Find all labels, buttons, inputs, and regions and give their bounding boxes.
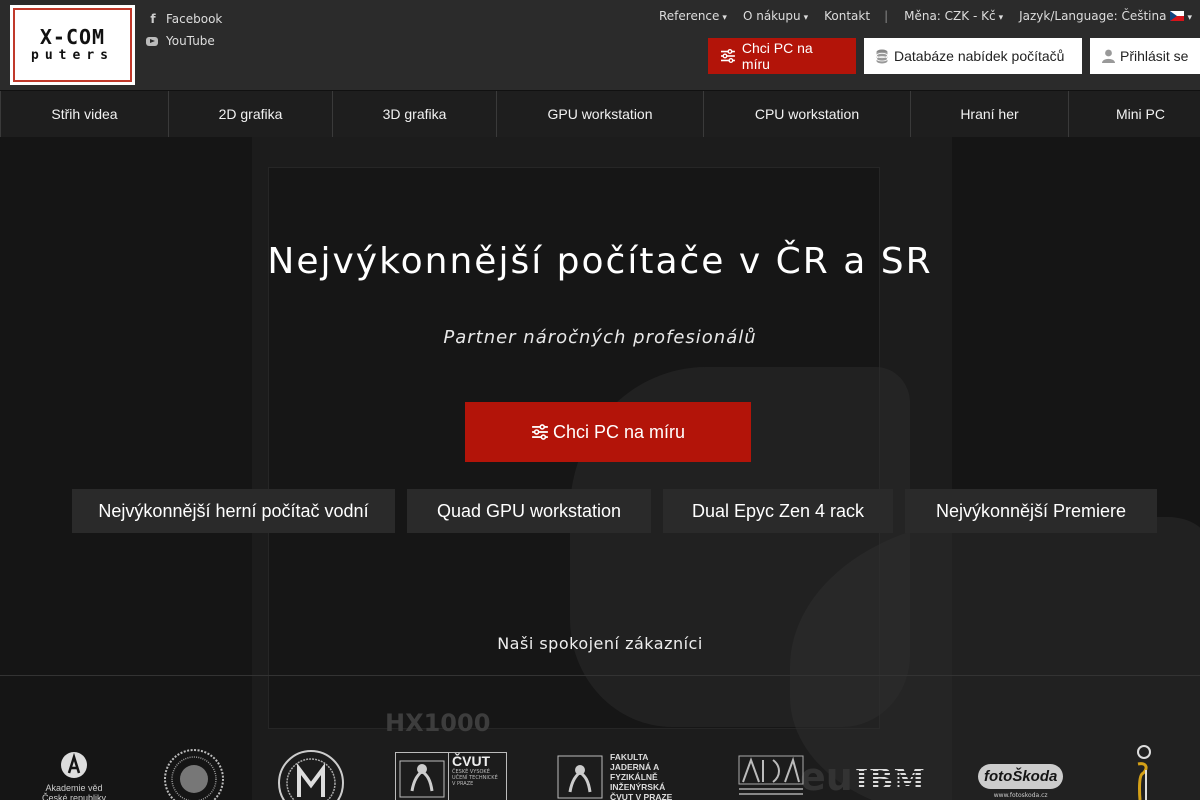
sliders-icon (720, 49, 735, 63)
featured-link-water-gaming[interactable]: Nejvýkonnější herní počítač vodní (72, 489, 395, 533)
lion-emblem-icon (399, 760, 445, 798)
customer-logo-czu[interactable] (737, 752, 805, 800)
nav-item-3d-grafika[interactable]: 3D grafika (333, 91, 497, 137)
czu-emblem-icon (738, 755, 804, 795)
ibm-wordmark: IBM (855, 763, 926, 796)
logo-frame: X-COM puters (13, 8, 132, 82)
czech-flag-icon (1170, 11, 1185, 21)
customer-logo-person[interactable] (1132, 744, 1156, 800)
facebook-label: Facebook (166, 12, 223, 26)
featured-link-premiere[interactable]: Nejvýkonnější Premiere (905, 489, 1157, 533)
fjfi-label: FAKULTA JADERNÁ A FYZIKÁLNĚ INŽENÝRSKÁ Č… (610, 752, 673, 800)
customer-logo-cvut[interactable]: ČVUT ČESKÉ VYSOKÉ UČENÍ TECHNICKÉ V PRAZ… (395, 752, 507, 800)
hero-configure-label: Chci PC na míru (552, 421, 686, 442)
customers-heading: Naši spokojení zákazníci (497, 634, 703, 653)
fotoskoda-url: www.fotoskoda.cz (993, 792, 1048, 799)
section-divider (0, 675, 1200, 676)
menu-o-nakupu[interactable]: O nákupu ▾ (743, 9, 808, 23)
cvut-subtitle: ČESKÉ VYSOKÉ UČENÍ TECHNICKÉ V PRAZE (452, 769, 498, 787)
database-icon (876, 49, 888, 63)
hero-subtitle: Partner náročných profesionálů (443, 327, 757, 348)
youtube-link[interactable]: YouTube (146, 30, 222, 52)
lion-emblem-icon (557, 755, 603, 799)
featured-link-dual-epyc[interactable]: Dual Epyc Zen 4 rack (663, 489, 893, 533)
chevron-down-icon: ▾ (803, 13, 809, 23)
menu-o-nakupu-label: O nákupu (742, 9, 801, 23)
fotoskoda-wordmark: fotoŠkoda (978, 764, 1064, 789)
login-label: Přihlásit se (1120, 48, 1189, 64)
cvut-title: ČVUT (452, 753, 491, 769)
hero-background-text: eu (800, 755, 853, 799)
akademie-label: Akademie věd České republiky (41, 783, 107, 800)
menu-reference-label: Reference (658, 9, 720, 23)
logo-line2: puters (31, 48, 114, 63)
nav-item-gpu-workstation[interactable]: GPU workstation (497, 91, 704, 137)
hero-background-psu-label: HX1000 (385, 709, 491, 737)
site-header: X-COM puters f Facebook YouTube Referenc… (0, 0, 1200, 90)
chevron-down-icon: ▾ (998, 13, 1004, 23)
university-seal-icon (164, 749, 224, 800)
menu-separator: | (884, 9, 889, 23)
hero-title: Nejvýkonnější počítače v ČR a SR (267, 241, 933, 282)
offers-database-button[interactable]: Databáze nabídek počítačů (864, 38, 1082, 74)
university-m-seal-icon (278, 750, 344, 800)
hero-configure-button[interactable]: Chci PC na míru (465, 402, 751, 462)
user-icon (1102, 49, 1115, 63)
nav-item-strih-videa[interactable]: Střih videa (0, 91, 169, 137)
akademie-emblem-icon (61, 752, 87, 778)
menu-language-label: Jazyk/Language: Čeština (1019, 9, 1167, 23)
menu-currency[interactable]: Měna: CZK - Kč ▾ (904, 9, 1003, 23)
hero-section: HX1000 eu Nejvýkonnější počítače v ČR a … (0, 137, 1200, 800)
customer-logo-ibm[interactable]: IBM (855, 765, 926, 795)
customer-logo-seal-m[interactable] (277, 749, 345, 800)
customer-logo-akademie[interactable]: Akademie věd České republiky (34, 751, 114, 800)
sliders-icon (532, 424, 548, 440)
logo-line1: X-COM (39, 25, 106, 49)
offers-database-label: Databáze nabídek počítačů (894, 48, 1065, 64)
configure-pc-label: Chci PC na míru (741, 40, 813, 72)
customer-logo-fjfi[interactable]: FAKULTA JADERNÁ A FYZIKÁLNĚ INŽENÝRSKÁ Č… (556, 752, 682, 800)
customer-logo-seal-university[interactable] (164, 749, 224, 800)
chevron-down-icon: ▾ (722, 13, 727, 23)
person-logo-icon (1137, 745, 1151, 800)
menu-reference[interactable]: Reference ▾ (659, 9, 727, 23)
youtube-icon (146, 36, 158, 46)
nav-item-cpu-workstation[interactable]: CPU workstation (704, 91, 911, 137)
facebook-link[interactable]: f Facebook (146, 8, 222, 30)
menu-language[interactable]: Jazyk/Language: Čeština ▾ (1019, 9, 1192, 23)
top-menu: Reference ▾ O nákupu ▾ Kontakt | Měna: CZK… (643, 8, 1192, 24)
cvut-text-block: ČVUT ČESKÉ VYSOKÉ UČENÍ TECHNICKÉ V PRAZ… (448, 753, 502, 800)
chevron-down-icon: ▾ (1187, 13, 1192, 23)
configure-pc-button[interactable]: Chci PC na míru (708, 38, 856, 74)
login-button[interactable]: Přihlásit se (1090, 38, 1200, 74)
category-nav: Střih videa 2D grafika 3D grafika GPU wo… (0, 90, 1200, 137)
site-logo[interactable]: X-COM puters (10, 5, 135, 85)
nav-item-2d-grafika[interactable]: 2D grafika (169, 91, 333, 137)
social-links: f Facebook YouTube (146, 8, 222, 52)
menu-currency-label: Měna: CZK - Kč (904, 9, 996, 23)
facebook-icon: f (150, 12, 156, 26)
youtube-label: YouTube (166, 34, 215, 48)
nav-item-hrani-her[interactable]: Hraní her (911, 91, 1069, 137)
menu-kontakt[interactable]: Kontakt (824, 9, 870, 23)
customer-logo-fotoskoda[interactable]: fotoŠkoda www.fotoskoda.cz (978, 764, 1064, 799)
featured-link-quad-gpu[interactable]: Quad GPU workstation (407, 489, 651, 533)
nav-item-mini-pc[interactable]: Mini PC (1069, 91, 1200, 137)
